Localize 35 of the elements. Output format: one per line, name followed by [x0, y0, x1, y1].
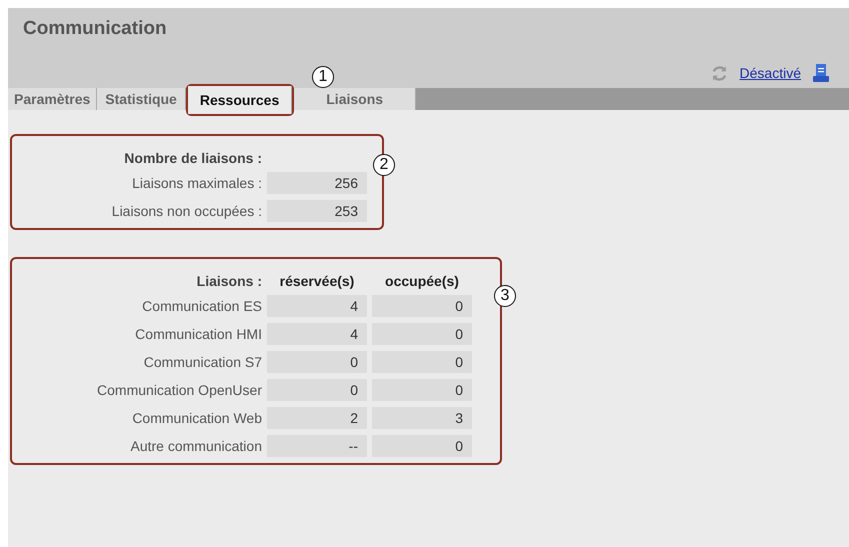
callout-number: 3	[494, 285, 516, 307]
value-cell: 256	[267, 172, 367, 194]
tab[interactable]: Statistique	[97, 88, 186, 110]
value-cell: 4	[267, 323, 367, 345]
column-header: occupée(s)	[384, 273, 460, 289]
callout-number: 2	[373, 154, 395, 176]
field-label: Liaisons non occupées :	[110, 203, 262, 219]
value-cell: --	[267, 435, 367, 457]
value-cell: 0	[267, 379, 367, 401]
value-cell: 0	[267, 351, 367, 373]
field-label: Liaisons maximales :	[131, 175, 262, 191]
page-title: Communication	[23, 18, 167, 40]
status-link[interactable]: Désactivé	[740, 65, 801, 81]
value-cell: 0	[372, 379, 472, 401]
row-label: Communication S7	[142, 354, 262, 370]
value-cell: 4	[267, 295, 367, 317]
printer-icon[interactable]	[813, 64, 829, 82]
value-cell: 0	[372, 323, 472, 345]
value-cell: 0	[372, 435, 472, 457]
value-cell: 2	[267, 407, 367, 429]
row-label: Autre communication	[129, 438, 262, 454]
tab[interactable]: Paramètres	[8, 88, 98, 110]
row-label: Communication HMI	[134, 326, 262, 342]
value-cell: 3	[372, 407, 472, 429]
value-cell: 0	[372, 295, 472, 317]
section-heading: Nombre de liaisons :	[123, 150, 262, 166]
tab[interactable]: Liaisons	[294, 88, 416, 110]
column-header: réservée(s)	[278, 273, 356, 289]
tab[interactable]: Ressources	[188, 86, 292, 114]
row-label: Communication OpenUser	[96, 382, 262, 398]
value-cell: 253	[267, 200, 367, 222]
column-header: Liaisons :	[196, 273, 262, 289]
value-cell: 0	[372, 351, 472, 373]
row-label: Communication Web	[131, 410, 262, 426]
row-label: Communication ES	[141, 298, 262, 314]
